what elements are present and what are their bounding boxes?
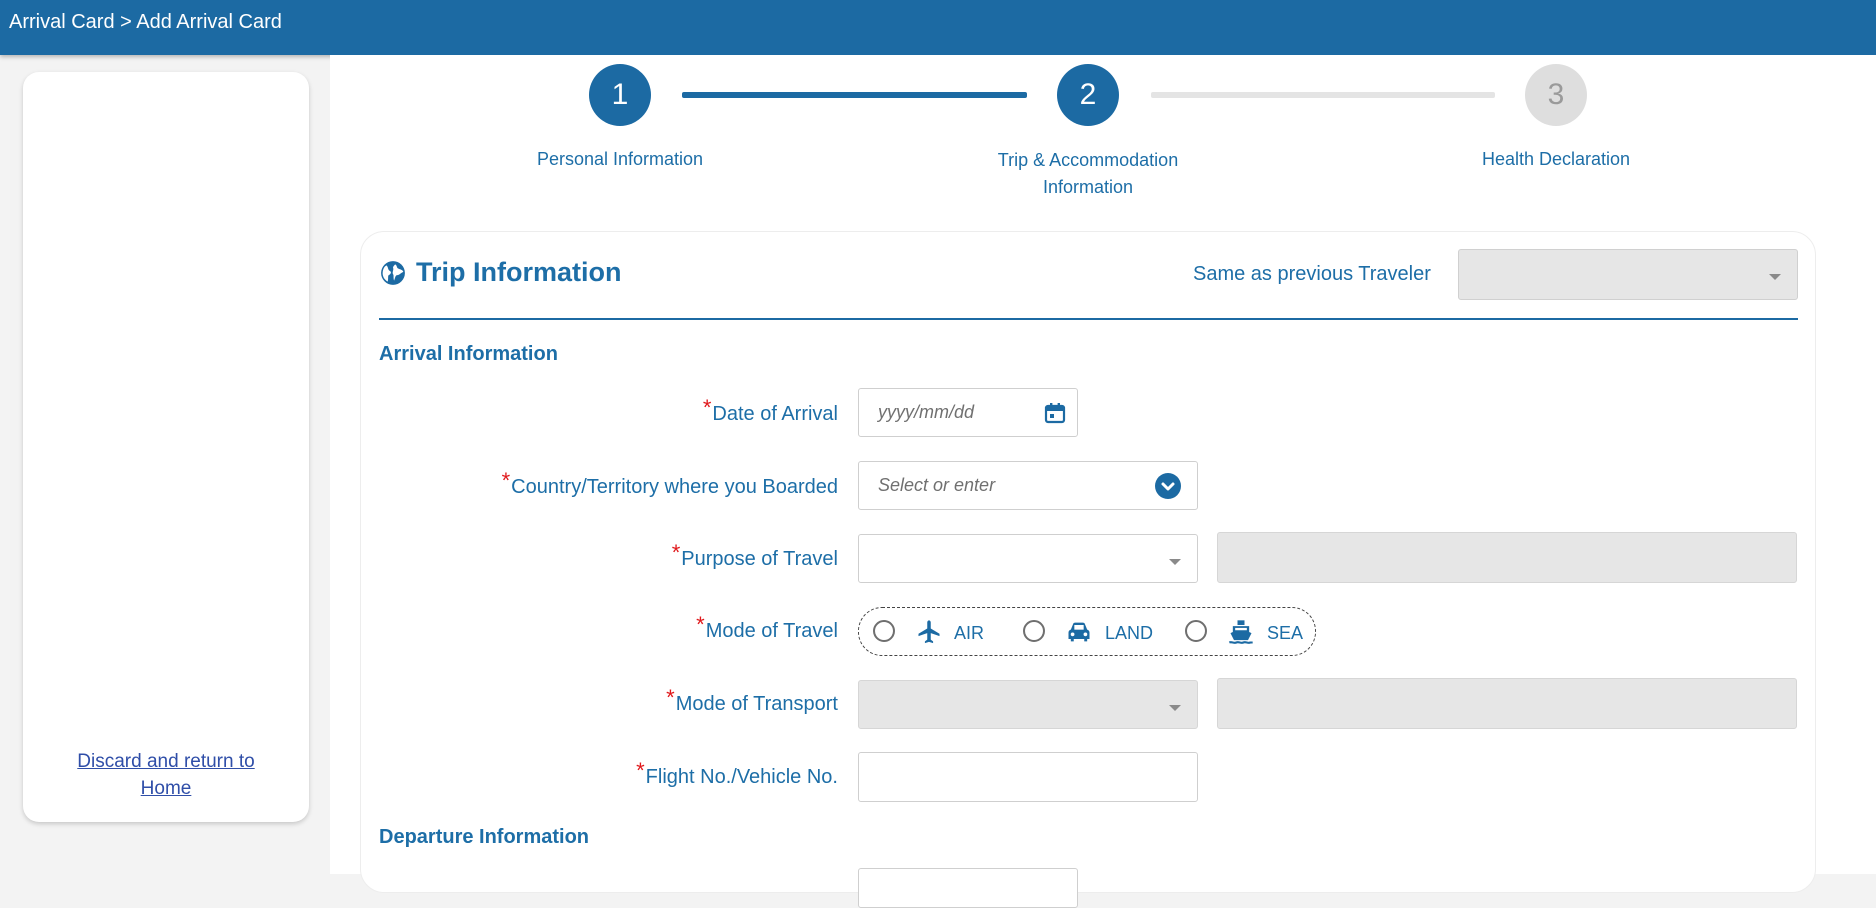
mode-land-radio[interactable] (1023, 620, 1045, 642)
date-of-arrival-placeholder: yyyy/mm/dd (878, 402, 975, 422)
country-boarded-combobox[interactable]: Select or enter (858, 461, 1198, 510)
discard-link-line2[interactable]: Home (141, 778, 192, 799)
chevron-down-icon (1169, 705, 1181, 711)
chevron-down-icon (1769, 274, 1781, 280)
date-of-arrival-input[interactable]: yyyy/mm/dd (858, 388, 1078, 437)
step-1-circle: 1 (589, 64, 651, 126)
purpose-of-travel-select[interactable] (858, 534, 1198, 583)
discard-return-home-link[interactable]: Discard and return to Home (23, 748, 309, 802)
flight-vehicle-no-label: *Flight No./Vehicle No. (636, 758, 838, 789)
date-of-arrival-label: *Date of Arrival (703, 395, 838, 426)
purpose-of-travel-other-input[interactable] (1217, 532, 1797, 583)
car-icon (1068, 622, 1090, 642)
mode-of-transport-other-input[interactable] (1217, 678, 1797, 729)
breadcrumb: Arrival Card > Add Arrival Card (9, 11, 282, 33)
step-2-label-line2: Information (1042, 177, 1134, 197)
required-marker: * (501, 468, 511, 493)
mode-of-transport-label: *Mode of Transport (666, 685, 838, 716)
stepper-progress-line-1 (682, 92, 1027, 98)
airplane-icon (918, 620, 940, 644)
mode-sea-radio[interactable] (1185, 620, 1207, 642)
departure-date-input[interactable] (858, 868, 1078, 908)
step-3-circle: 3 (1525, 64, 1587, 126)
chevron-down-icon (1169, 559, 1181, 565)
same-as-previous-select[interactable] (1458, 249, 1798, 300)
required-marker: * (666, 685, 675, 710)
arrival-section-title: Arrival Information (379, 343, 558, 365)
calendar-icon[interactable] (1043, 401, 1067, 425)
country-boarded-label: *Country/Territory where you Boarded (502, 468, 838, 499)
step-3-number: 3 (1547, 78, 1565, 111)
discard-link-line1[interactable]: Discard and return to (77, 751, 254, 772)
mode-of-travel-label-text: Mode of Travel (705, 620, 838, 642)
step-2-label: Trip & Accommodation Information (948, 147, 1228, 201)
flight-vehicle-no-input[interactable] (858, 752, 1198, 802)
purpose-of-travel-label: *Purpose of Travel (672, 540, 838, 571)
step-1-label: Personal Information (500, 146, 740, 173)
country-boarded-label-text: Country/Territory where you Boarded (511, 476, 838, 498)
globe-icon (381, 260, 405, 285)
stepper-progress-line-2 (1151, 92, 1495, 98)
flight-vehicle-no-label-text: Flight No./Vehicle No. (645, 766, 838, 788)
mode-of-transport-select[interactable] (858, 680, 1198, 729)
mode-land-label[interactable]: LAND (1105, 623, 1153, 644)
mode-of-travel-radio-group: AIR LAND SEA (858, 607, 1316, 656)
section-divider (379, 318, 1798, 320)
date-of-arrival-label-text: Date of Arrival (712, 403, 838, 425)
mode-air-radio[interactable] (873, 620, 895, 642)
country-boarded-placeholder: Select or enter (878, 475, 996, 495)
same-as-previous-label: Same as previous Traveler (1193, 263, 1431, 285)
required-marker: * (702, 395, 712, 420)
step-2-label-line1: Trip & Accommodation (997, 150, 1179, 170)
side-panel: Discard and return to Home (23, 72, 309, 822)
step-3-label: Health Declaration (1436, 146, 1676, 173)
trip-information-title-text: Trip Information (416, 257, 622, 287)
step-1-label-text: Personal Information (536, 149, 704, 169)
step-2-number: 2 (1079, 78, 1097, 111)
top-bar: Arrival Card > Add Arrival Card (0, 0, 1876, 55)
ship-icon (1228, 620, 1253, 644)
step-3-label-text: Health Declaration (1481, 149, 1631, 169)
departure-section-title: Departure Information (379, 826, 590, 848)
trip-information-title: Trip Information (380, 257, 622, 288)
step-1-number: 1 (611, 78, 629, 111)
required-marker: * (636, 758, 645, 783)
required-marker: * (696, 612, 705, 637)
mode-of-transport-label-text: Mode of Transport (675, 693, 838, 715)
mode-air-label[interactable]: AIR (954, 623, 984, 644)
chevron-down-icon[interactable] (1155, 473, 1181, 499)
step-2-circle: 2 (1057, 64, 1119, 126)
purpose-of-travel-label-text: Purpose of Travel (681, 548, 838, 570)
required-marker: * (671, 540, 681, 565)
mode-of-travel-label: *Mode of Travel (696, 612, 838, 643)
mode-sea-label[interactable]: SEA (1267, 623, 1303, 644)
